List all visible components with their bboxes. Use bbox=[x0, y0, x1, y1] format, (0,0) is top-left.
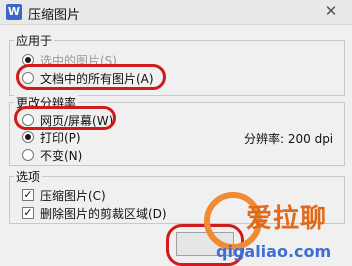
site-watermark: 爱拉聊 qigaliao.com bbox=[196, 184, 346, 264]
checkmark-icon: ✓ bbox=[23, 188, 33, 201]
radio-print-label[interactable]: 打印(P) bbox=[40, 129, 81, 146]
apply-to-label: 应用于 bbox=[14, 32, 55, 49]
radio-no-change-label[interactable]: 不变(N) bbox=[40, 147, 82, 164]
title-bar: W 压缩图片 ✕ bbox=[0, 0, 352, 25]
radio-no-change[interactable] bbox=[22, 149, 34, 161]
options-section-label: 选项 bbox=[14, 168, 43, 185]
checkbox-delete-cropped-label[interactable]: 删除图片的剪裁区域(D) bbox=[40, 205, 167, 222]
checkbox-compress-pictures[interactable]: ✓ bbox=[22, 189, 34, 201]
dialog-title: 压缩图片 bbox=[28, 8, 81, 23]
radio-print[interactable] bbox=[22, 131, 34, 143]
highlight-all-pictures bbox=[16, 64, 166, 90]
checkmark-icon: ✓ bbox=[23, 206, 33, 219]
resolution-value: 分辨率: 200 dpi bbox=[244, 132, 334, 146]
wps-app-icon: W bbox=[6, 4, 22, 20]
watermark-url: qigaliao.com bbox=[216, 242, 332, 261]
highlight-web-screen bbox=[14, 106, 116, 130]
close-icon[interactable]: ✕ bbox=[314, 1, 348, 22]
compress-pictures-dialog: W 压缩图片 ✕ 应用于 选中的图片(S) 文档中的所有图片(A) 更改分辨率 … bbox=[0, 0, 352, 266]
watermark-brand: 爱拉聊 bbox=[246, 204, 328, 234]
checkbox-delete-cropped[interactable]: ✓ bbox=[22, 207, 34, 219]
checkbox-compress-pictures-label[interactable]: 压缩图片(C) bbox=[40, 187, 106, 204]
